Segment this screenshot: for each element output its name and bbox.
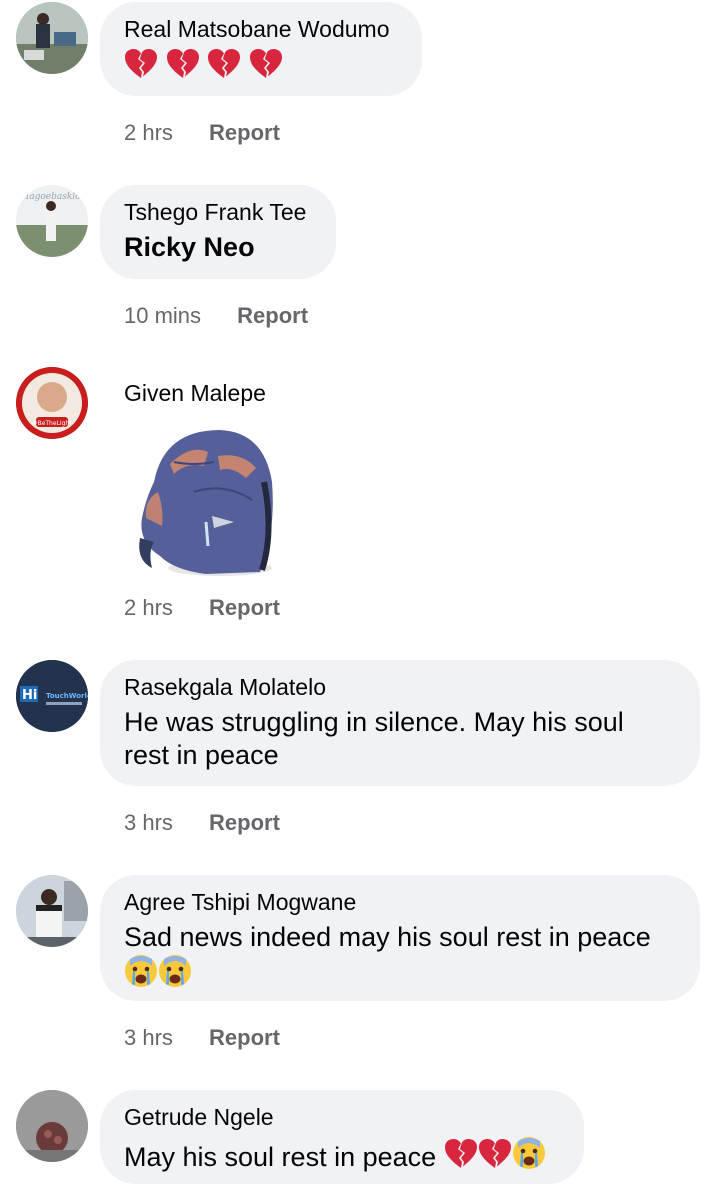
- avatar-text: TouchWorld: [46, 692, 88, 700]
- comment-emoji-row: [124, 48, 398, 84]
- report-button[interactable]: Report: [209, 120, 280, 146]
- comment-body: Given Malepe: [124, 378, 266, 408]
- avatar-text: Magoebaskloof: [19, 192, 88, 202]
- comment-bubble: Real Matsobane Wodumo: [100, 2, 422, 96]
- comment-time[interactable]: 2 hrs: [124, 595, 173, 621]
- broken-heart-icon: [249, 48, 283, 80]
- avatar[interactable]: Hi TouchWorld: [16, 660, 88, 732]
- comment-author[interactable]: Rasekgala Molatelo: [124, 672, 676, 702]
- comment-text-content: May his soul rest in peace: [124, 1142, 437, 1172]
- broken-heart-icon: [124, 48, 158, 80]
- comment-bubble: Rasekgala Molatelo He was struggling in …: [100, 660, 700, 786]
- comment-meta: 10 mins Report: [124, 303, 308, 329]
- comment-text: He was struggling in silence. May his so…: [124, 707, 624, 770]
- broken-heart-icon: [444, 1138, 478, 1170]
- crying-face-icon: [124, 954, 158, 988]
- avatar[interactable]: #BeTheLight: [16, 367, 88, 439]
- crying-rhino-sticker[interactable]: [134, 422, 276, 580]
- comment-time[interactable]: 10 mins: [124, 303, 201, 329]
- comment-time[interactable]: 3 hrs: [124, 810, 173, 836]
- avatar-text: #BeTheLight: [33, 420, 73, 427]
- broken-heart-icon: [478, 1138, 512, 1170]
- report-button[interactable]: Report: [237, 303, 308, 329]
- comment-time[interactable]: 2 hrs: [124, 120, 173, 146]
- avatar[interactable]: [16, 1090, 88, 1162]
- comment-author[interactable]: Tshego Frank Tee: [124, 197, 312, 227]
- comment-bubble: Agree Tshipi Mogwane Sad news indeed may…: [100, 875, 700, 1001]
- avatar[interactable]: [16, 875, 88, 947]
- mentioned-user-link[interactable]: Ricky Neo: [124, 231, 312, 264]
- report-button[interactable]: Report: [209, 1025, 280, 1051]
- avatar[interactable]: Magoebaskloof: [16, 185, 88, 257]
- broken-heart-icon: [207, 48, 241, 80]
- comment-meta: 3 hrs Report: [124, 1025, 280, 1051]
- comment-author[interactable]: Real Matsobane Wodumo: [124, 14, 398, 44]
- comment-author[interactable]: Given Malepe: [124, 378, 266, 408]
- crying-face-icon: [512, 1136, 546, 1170]
- report-button[interactable]: Report: [209, 810, 280, 836]
- broken-heart-icon: [166, 48, 200, 80]
- crying-face-icon: [158, 954, 192, 988]
- comment-text-content: Sad news indeed may his soul rest in pea…: [124, 922, 651, 952]
- comment-meta: 2 hrs Report: [124, 120, 280, 146]
- comment-bubble: Getrude Ngele May his soul rest in peace: [100, 1090, 584, 1184]
- comment-text: May his soul rest in peace: [124, 1136, 560, 1174]
- comment-author[interactable]: Agree Tshipi Mogwane: [124, 887, 676, 917]
- comment-author[interactable]: Getrude Ngele: [124, 1102, 560, 1132]
- comment-text: Sad news indeed may his soul rest in pea…: [124, 921, 676, 992]
- comment-bubble: Tshego Frank Tee Ricky Neo: [100, 185, 336, 279]
- comment-meta: 3 hrs Report: [124, 810, 280, 836]
- report-button[interactable]: Report: [209, 595, 280, 621]
- comment-meta: 2 hrs Report: [124, 595, 280, 621]
- svg-text:Hi: Hi: [22, 688, 37, 703]
- comment-time[interactable]: 3 hrs: [124, 1025, 173, 1051]
- avatar[interactable]: [16, 2, 88, 74]
